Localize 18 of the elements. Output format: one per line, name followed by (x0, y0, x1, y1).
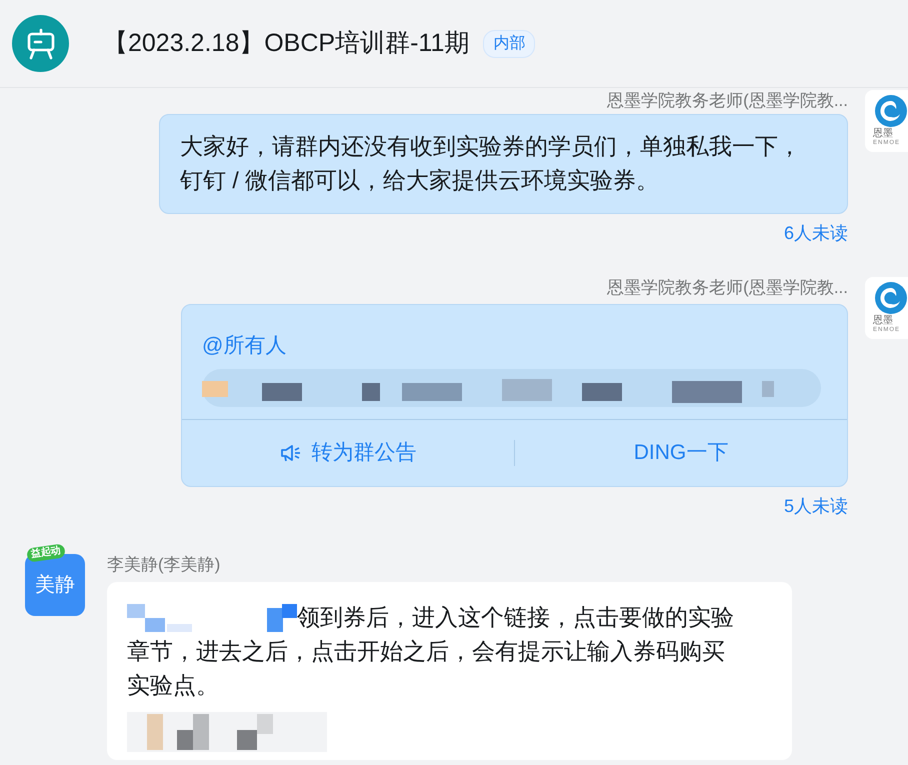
logo-text: 恩墨 (873, 315, 893, 326)
action-button[interactable]: 转为群公告 (182, 420, 514, 486)
group-title: 【2023.2.18】OBCP培训群-11期 (103, 28, 470, 59)
read-status[interactable]: 5人未读 (784, 493, 848, 520)
megaphone-icon (280, 443, 302, 463)
tag: 内部 (483, 30, 536, 58)
message-bubble: 领到券后，进入这个链接，点击要做的实验章节，进去之后，点击开始之后，会有提示让输入券码购买实验点。 (107, 582, 792, 760)
sender-name: 恩墨学院教务老师(恩墨学院教... (607, 277, 848, 299)
read-status[interactable]: 6人未读 (784, 220, 848, 247)
avatar-initials: 美静 (35, 573, 75, 598)
easel-icon (26, 28, 56, 60)
avatar-sticker: 益起动 (26, 543, 66, 563)
mention-text: @所有人 (201, 333, 288, 359)
sender-name: 李美静(李美静) (107, 554, 222, 576)
logo-text: 恩墨 (873, 128, 893, 139)
sender-name: 恩墨学院教务老师(恩墨学院教... (607, 90, 848, 112)
action-button[interactable]: DING一下 (515, 420, 847, 486)
message-bubble: 大家好，请群内还没有收到实验券的学员们，单独私我一下，钉钉 / 微信都可以，给大家提供云环境实验券。 (159, 114, 848, 214)
